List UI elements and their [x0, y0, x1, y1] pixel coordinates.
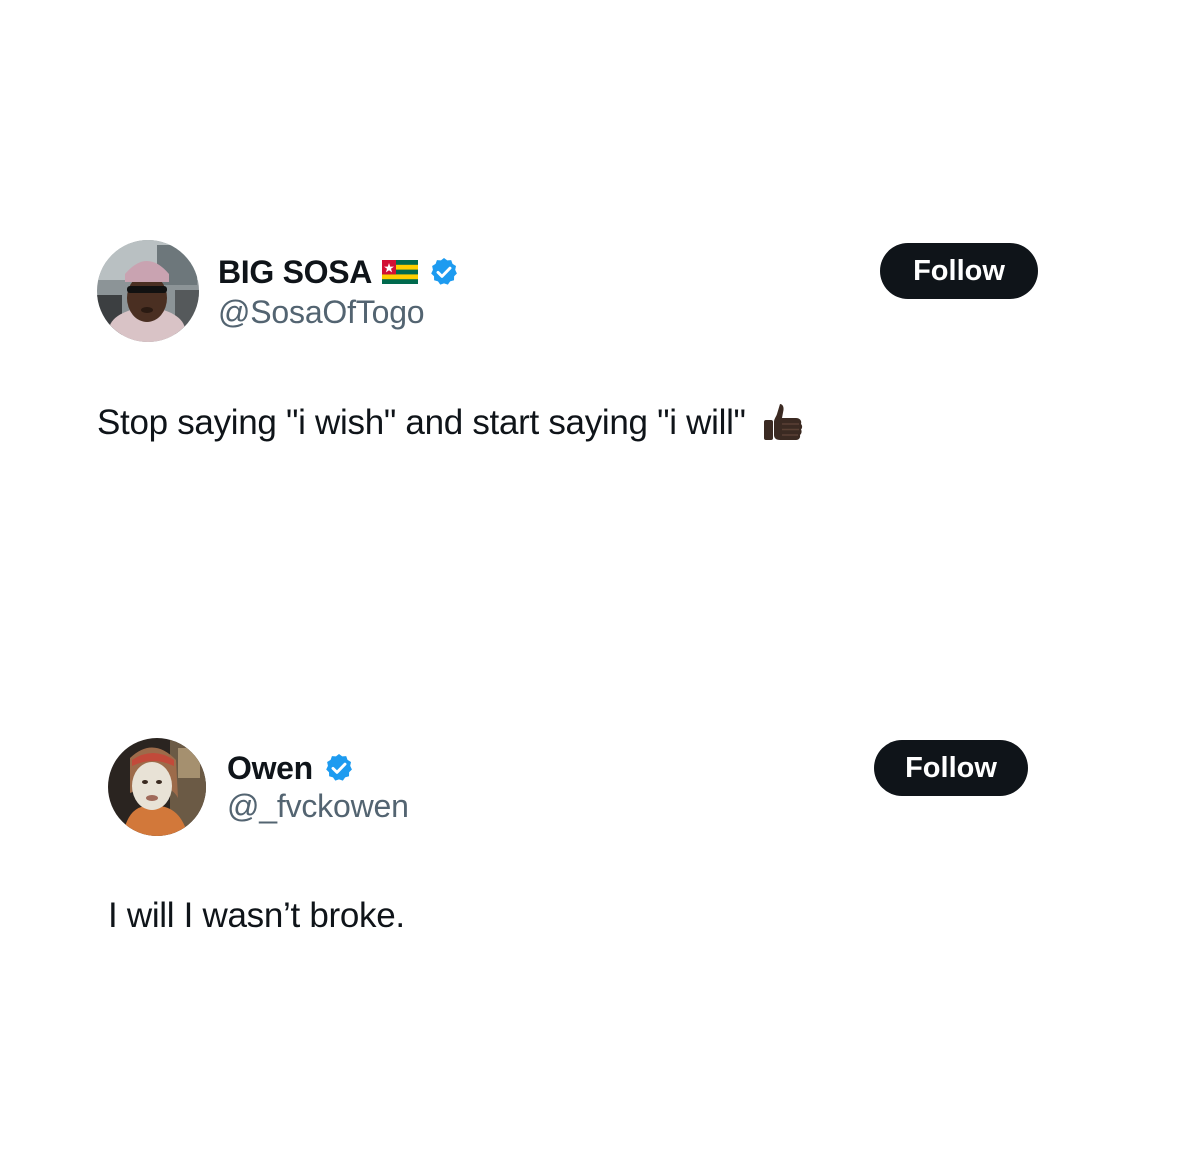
tweet-text: Stop saying "i wish" and start saying "i…: [97, 400, 806, 446]
tweet-body: Stop saying "i wish" and start saying "i…: [97, 403, 746, 442]
tweet-card: BIG SOSA @SosaOfTogo Follow Stop saying …: [0, 240, 1179, 460]
avatar-image: [97, 240, 199, 342]
handle[interactable]: @SosaOfTogo: [218, 294, 425, 331]
author-row: Owen: [227, 748, 355, 788]
display-name[interactable]: BIG SOSA: [218, 254, 372, 291]
follow-button[interactable]: Follow: [880, 243, 1038, 299]
display-name[interactable]: Owen: [227, 750, 313, 787]
follow-button[interactable]: Follow: [874, 740, 1028, 796]
avatar-image: [108, 738, 206, 836]
avatar[interactable]: [108, 738, 206, 836]
verified-badge-icon: [323, 752, 355, 784]
author-row: BIG SOSA: [218, 252, 460, 292]
handle[interactable]: @_fvckowen: [227, 788, 409, 825]
verified-badge-icon: [428, 256, 460, 288]
tweet-text: I will I wasn’t broke.: [108, 896, 405, 936]
tweet-body: I will I wasn’t broke.: [108, 896, 405, 935]
avatar[interactable]: [97, 240, 199, 342]
thumbs-up-icon: [760, 400, 806, 446]
togo-flag-icon: [382, 260, 419, 284]
reply-card: Owen @_fvckowen Follow I will I wasn’t b…: [0, 738, 1179, 948]
